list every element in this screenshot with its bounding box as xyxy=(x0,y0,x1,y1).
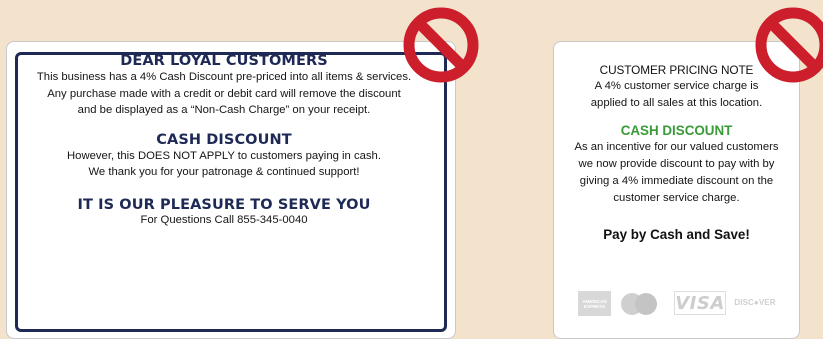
prohibition-icon xyxy=(403,7,479,83)
left-heading-dear-loyal-customers: DEAR LOYAL CUSTOMERS xyxy=(120,53,328,69)
left-heading-pleasure-to-serve: IT IS OUR PLEASURE TO SERVE YOU xyxy=(77,196,371,213)
discover-logo-icon: DISC●VER xyxy=(734,298,776,307)
left-para2-line1: However, this DOES NOT APPLY to customer… xyxy=(67,149,381,162)
right-heading-cash-discount: CASH DISCOUNT xyxy=(620,123,733,138)
visa-logo-icon: VISA xyxy=(674,291,726,315)
left-para1-line1: This business has a 4% Cash Discount pre… xyxy=(36,71,412,83)
amex-logo-icon: AMERICAN EXPRESS xyxy=(578,291,611,316)
left-phone-line: For Questions Call 855-345-0040 xyxy=(140,213,308,226)
right-sign-text: CUSTOMER PRICING NOTE A 4% customer serv… xyxy=(553,63,800,243)
mastercard-logo-icon xyxy=(619,291,665,317)
prohibition-icon xyxy=(755,7,823,83)
right-para1-line2: applied to all sales at this location. xyxy=(590,97,763,109)
right-para2-line1: As an incentive for our valued customers xyxy=(574,141,779,153)
card-logos-row: AMERICAN EXPRESS VISA DISC●VER xyxy=(578,291,778,317)
right-para2-line2: we now provide discount to pay with by xyxy=(578,158,775,170)
left-sign-text: DEAR LOYAL CUSTOMERS This business has a… xyxy=(8,53,440,227)
right-para2-line4: customer service charge. xyxy=(613,192,740,204)
left-para1-line2: Any purchase made with a credit or debit… xyxy=(47,87,401,100)
left-heading-cash-discount: CASH DISCOUNT xyxy=(156,131,292,148)
right-para2-line3: giving a 4% immediate discount on the xyxy=(579,175,774,187)
left-para1-line3: and be displayed as a “Non-Cash Charge” … xyxy=(77,104,371,116)
right-pay-by-cash: Pay by Cash and Save! xyxy=(603,227,750,242)
left-para2-line2: We thank you for your patronage & contin… xyxy=(88,166,360,178)
